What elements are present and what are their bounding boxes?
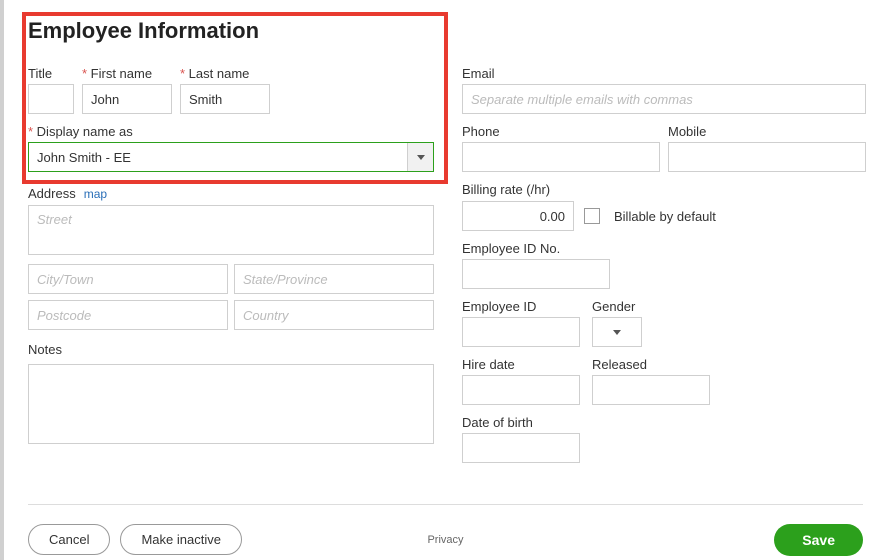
display-name-combo[interactable] bbox=[28, 142, 434, 172]
city-input[interactable] bbox=[28, 264, 228, 294]
email-input[interactable] bbox=[462, 84, 866, 114]
dob-input[interactable] bbox=[462, 433, 580, 463]
cancel-button[interactable]: Cancel bbox=[28, 524, 110, 555]
page-title: Employee Information bbox=[28, 18, 863, 44]
postcode-input[interactable] bbox=[28, 300, 228, 330]
billable-checkbox[interactable] bbox=[584, 208, 600, 224]
state-input[interactable] bbox=[234, 264, 434, 294]
released-input[interactable] bbox=[592, 375, 710, 405]
make-inactive-button[interactable]: Make inactive bbox=[120, 524, 241, 555]
employee-id-input[interactable] bbox=[462, 317, 580, 347]
privacy-link[interactable]: Privacy bbox=[427, 534, 463, 546]
employee-id-no-label: Employee ID No. bbox=[462, 241, 866, 256]
mobile-input[interactable] bbox=[668, 142, 866, 172]
employee-id-no-input[interactable] bbox=[462, 259, 610, 289]
map-link[interactable]: map bbox=[84, 187, 107, 201]
chevron-down-icon bbox=[613, 330, 621, 335]
firstname-label: First name bbox=[82, 66, 172, 81]
dob-label: Date of birth bbox=[462, 415, 866, 430]
released-label: Released bbox=[592, 357, 710, 372]
gender-label: Gender bbox=[592, 299, 642, 314]
notes-label: Notes bbox=[28, 342, 434, 357]
billing-rate-input[interactable] bbox=[462, 201, 574, 231]
save-button[interactable]: Save bbox=[774, 524, 863, 556]
display-name-dropdown-button[interactable] bbox=[407, 143, 433, 171]
billing-rate-label: Billing rate (/hr) bbox=[462, 182, 866, 197]
title-label: Title bbox=[28, 66, 74, 81]
employee-id-label: Employee ID bbox=[462, 299, 580, 314]
firstname-input[interactable] bbox=[82, 84, 172, 114]
title-input[interactable] bbox=[28, 84, 74, 114]
display-name-input[interactable] bbox=[29, 143, 407, 171]
country-input[interactable] bbox=[234, 300, 434, 330]
hire-date-label: Hire date bbox=[462, 357, 580, 372]
chevron-down-icon bbox=[417, 155, 425, 160]
lastname-input[interactable] bbox=[180, 84, 270, 114]
email-label: Email bbox=[462, 66, 866, 81]
hire-date-input[interactable] bbox=[462, 375, 580, 405]
phone-input[interactable] bbox=[462, 142, 660, 172]
mobile-label: Mobile bbox=[668, 124, 866, 139]
address-label: Address bbox=[28, 186, 76, 201]
lastname-label: Last name bbox=[180, 66, 270, 81]
phone-label: Phone bbox=[462, 124, 660, 139]
display-name-label: Display name as bbox=[28, 124, 434, 139]
notes-input[interactable] bbox=[28, 364, 434, 444]
footer: Cancel Make inactive Privacy Save bbox=[28, 504, 863, 560]
street-input[interactable] bbox=[28, 205, 434, 255]
billable-label: Billable by default bbox=[614, 209, 716, 224]
gender-select[interactable] bbox=[592, 317, 642, 347]
